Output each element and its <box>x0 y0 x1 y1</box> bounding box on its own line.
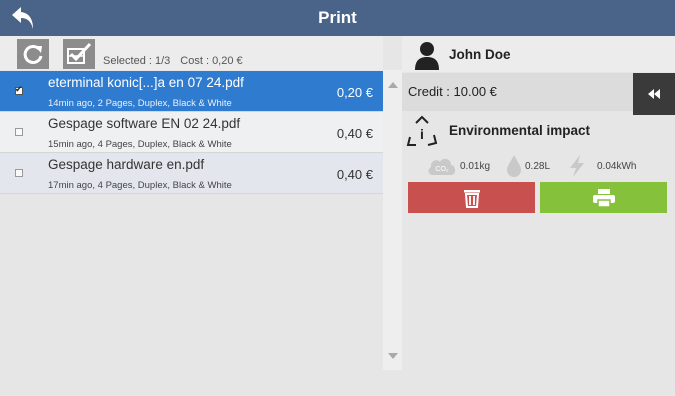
page-title: Print <box>318 8 357 27</box>
trash-icon <box>463 189 480 208</box>
job-price: 0,40 € <box>336 167 373 182</box>
selected-count: Selected : 1/3 <box>103 55 171 67</box>
selection-summary: Selected : 1/3 Cost : 0,20 € <box>103 55 243 67</box>
lightning-icon <box>570 155 584 177</box>
job-name: eterminal konic[...]a en 07 24.pdf <box>48 75 244 90</box>
energy-value: 0.04kWh <box>597 160 637 172</box>
selected-cost: Cost : 0,20 € <box>180 55 243 67</box>
toolbar: Selected : 1/3 Cost : 0,20 € <box>0 36 383 70</box>
scroll-up-icon[interactable] <box>388 82 398 88</box>
job-meta: 15min ago, 4 Pages, Duplex, Black & Whit… <box>48 139 232 150</box>
job-meta: 17min ago, 4 Pages, Duplex, Black & Whit… <box>48 180 232 191</box>
co2-value: 0.01kg <box>460 160 491 172</box>
job-name: Gespage software EN 02 24.pdf <box>48 116 241 131</box>
user-name: John Doe <box>449 47 511 62</box>
co2-stat: CO₂ 0.01kg <box>426 152 490 180</box>
user-panel: John Doe Credit : 10.00 € i Environmenta… <box>402 36 675 396</box>
job-list-scrollbar[interactable] <box>383 70 402 370</box>
job-checkbox[interactable] <box>15 169 23 177</box>
environment-title: Environmental impact <box>449 123 591 138</box>
double-chevron-left-icon <box>648 89 660 99</box>
svg-text:CO₂: CO₂ <box>435 166 449 173</box>
job-checkbox[interactable] <box>15 128 23 136</box>
print-button[interactable] <box>540 182 667 213</box>
job-row[interactable]: ✔ eterminal konic[...]a en 07 24.pdf 14m… <box>0 71 383 112</box>
job-name: Gespage hardware en.pdf <box>48 157 205 172</box>
job-row[interactable]: Gespage hardware en.pdf 17min ago, 4 Pag… <box>0 153 383 194</box>
delete-button[interactable] <box>408 182 535 213</box>
svg-text:i: i <box>420 126 424 142</box>
recycle-icon: i <box>406 115 438 146</box>
water-value: 0.28L <box>525 160 551 172</box>
co2-cloud-icon: CO₂ <box>428 158 456 175</box>
user-icon <box>415 42 439 70</box>
job-price: 0,20 € <box>336 85 373 100</box>
job-price: 0,40 € <box>336 126 373 141</box>
collapse-panel-button[interactable] <box>633 73 675 115</box>
environment-header: i Environmental impact <box>402 113 675 149</box>
refresh-icon <box>23 44 43 64</box>
job-meta: 14min ago, 2 Pages, Duplex, Black & Whit… <box>48 98 232 109</box>
credit-row: Credit : 10.00 € <box>402 73 675 115</box>
impact-stats: CO₂ 0.01kg 0.28L 0.04kWh <box>402 152 675 180</box>
refresh-button[interactable] <box>17 39 49 69</box>
scroll-down-icon[interactable] <box>388 353 398 359</box>
energy-stat: 0.04kWh <box>567 152 636 180</box>
printer-icon <box>592 188 615 208</box>
checkmark-icon: ✔ <box>15 84 23 94</box>
user-row: John Doe <box>402 36 675 72</box>
job-checkbox[interactable]: ✔ <box>15 84 23 95</box>
select-all-button[interactable] <box>63 39 95 69</box>
top-bar: Print <box>0 0 675 36</box>
print-job-list: ✔ eterminal konic[...]a en 07 24.pdf 14m… <box>0 71 383 194</box>
job-row[interactable]: Gespage software EN 02 24.pdf 15min ago,… <box>0 112 383 153</box>
checkbox-checked-icon <box>67 42 92 64</box>
water-drop-icon <box>507 155 521 177</box>
credit-balance: Credit : 10.00 € <box>408 84 497 99</box>
water-stat: 0.28L <box>505 152 550 180</box>
